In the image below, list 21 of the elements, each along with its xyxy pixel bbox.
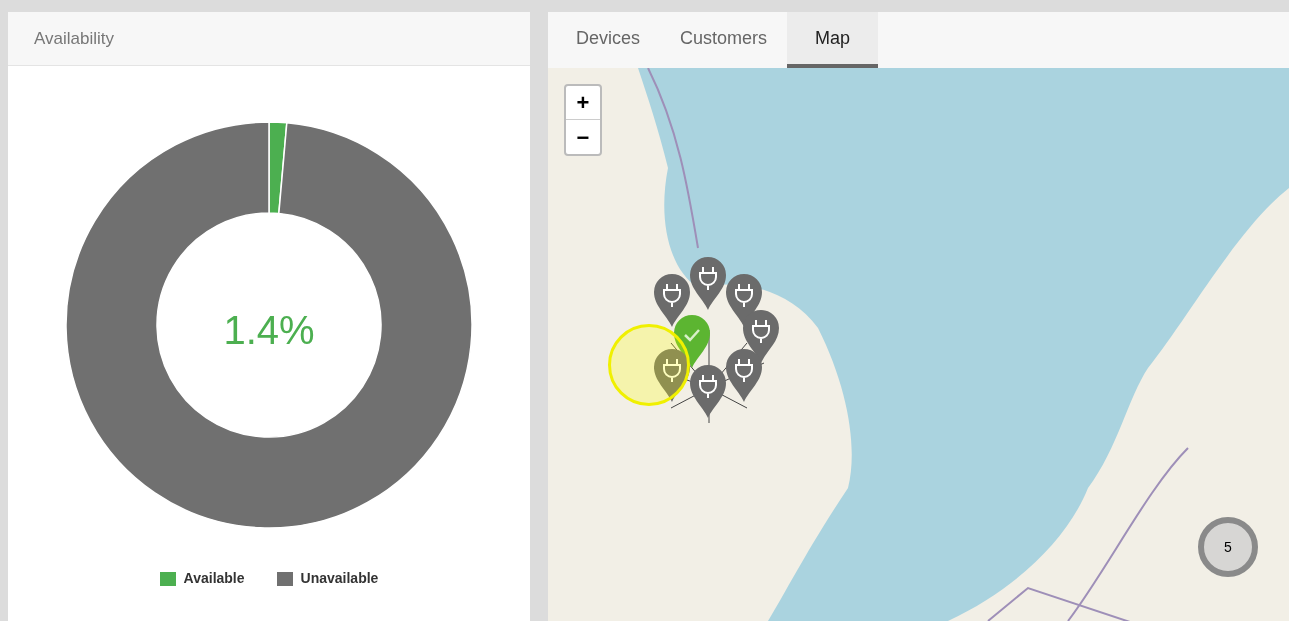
panel-title: Availability [34,27,114,50]
tab[interactable]: Customers [660,12,788,68]
donut-center-label: 1.4% [223,307,315,354]
charger-pin-icon[interactable] [741,307,782,364]
zoom-in-button[interactable]: + [566,86,600,120]
cluster-marker[interactable]: 5 [1198,517,1258,577]
legend-swatch [159,571,176,586]
zoom-out-button[interactable]: − [566,120,600,154]
charger-pin-icon[interactable] [651,271,692,328]
charger-pin-icon[interactable] [651,346,692,403]
charger-pin-icon[interactable] [688,255,729,312]
legend-label: Unavailable [300,569,379,588]
charger-pin-icon[interactable] [688,363,729,420]
available-pin-icon[interactable] [672,313,713,370]
legend-label: Available [183,569,245,588]
tab[interactable]: Map [787,12,879,68]
tab[interactable]: Devices [556,12,661,68]
legend-swatch [276,571,293,586]
cluster-count: 5 [1224,537,1232,557]
charger-pin-icon[interactable] [724,346,765,403]
map-drawing[interactable]: + − 5 [548,68,1289,621]
